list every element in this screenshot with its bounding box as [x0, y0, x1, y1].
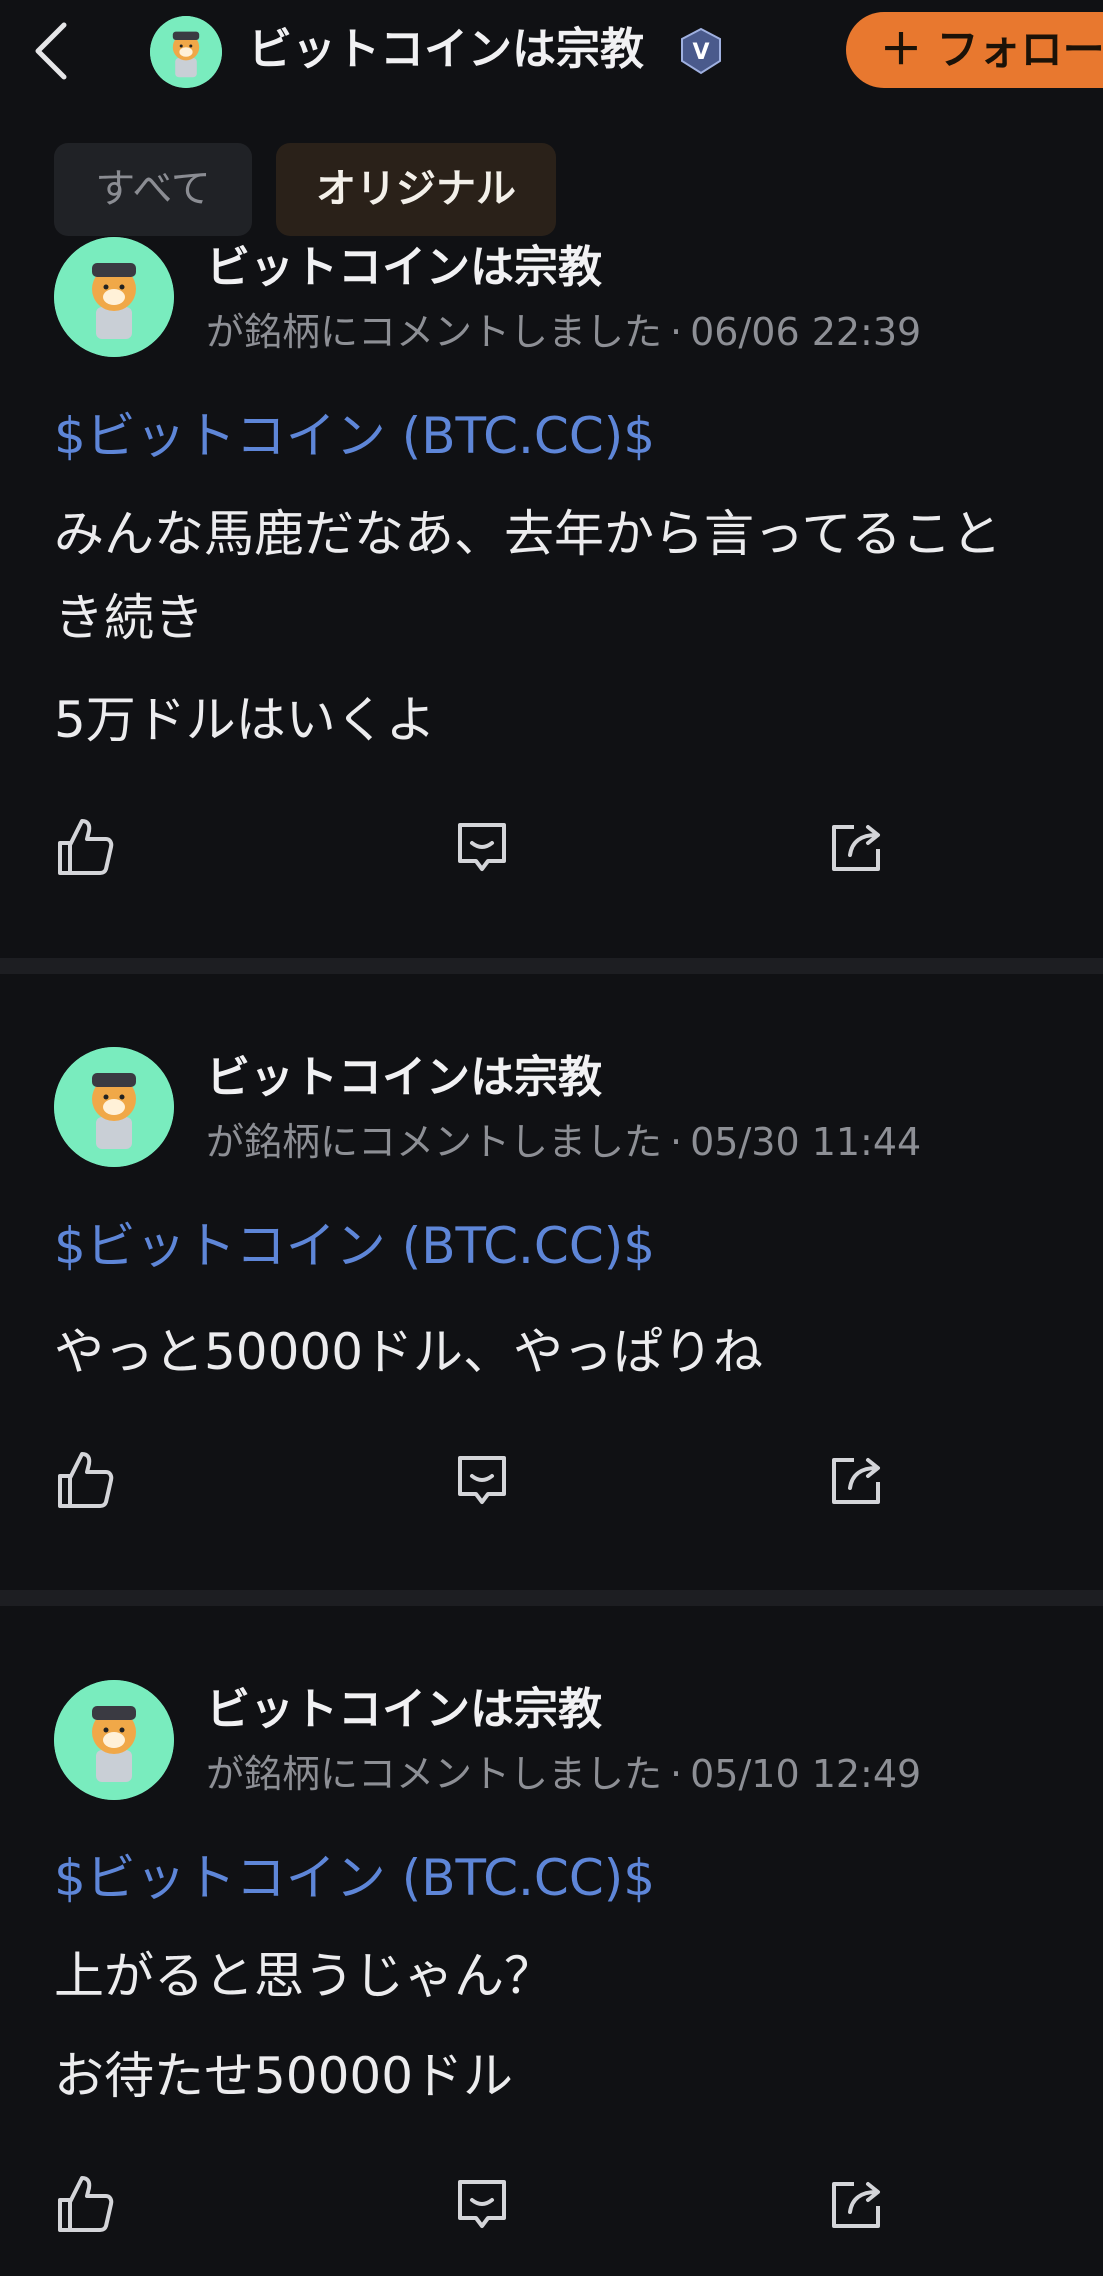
comment-button[interactable] [450, 1448, 514, 1512]
back-button[interactable] [30, 16, 90, 86]
avatar[interactable] [54, 237, 174, 357]
svg-text:V: V [692, 40, 709, 65]
avatar[interactable] [54, 1680, 174, 1800]
like-icon [58, 819, 114, 875]
share-icon [832, 2182, 880, 2228]
ticker-link[interactable]: $ビットコイン (BTC.CC)$ [54, 1846, 655, 1910]
like-icon [58, 2176, 114, 2232]
author-name[interactable]: ビットコインは宗教 [206, 240, 602, 296]
post-divider [0, 958, 1103, 974]
share-button[interactable] [824, 815, 888, 879]
vip-badge-icon: V [676, 26, 726, 76]
action-text: が銘柄にコメントしました [206, 1120, 663, 1164]
like-icon [58, 1452, 114, 1508]
author-name[interactable]: ビットコインは宗教 [206, 1682, 602, 1738]
bear-avatar-icon [150, 16, 222, 88]
timestamp: 05/10 12:49 [690, 1752, 922, 1796]
post-meta: が銘柄にコメントしました · 06/06 22:39 [206, 306, 921, 358]
action-text: が銘柄にコメントしました [206, 310, 663, 354]
action-text: が銘柄にコメントしました [206, 1752, 663, 1796]
comment-button[interactable] [450, 815, 514, 879]
ticker-link[interactable]: $ビットコイン (BTC.CC)$ [54, 404, 655, 468]
follow-button[interactable]: ＋ フォロー [846, 12, 1103, 88]
comment-icon [458, 1456, 506, 1504]
post-body-line: お待たせ50000ドル [54, 2047, 514, 2105]
header-avatar[interactable] [150, 16, 222, 88]
like-button[interactable] [54, 2172, 118, 2236]
filter-tabs: すべて オリジナル [54, 143, 556, 236]
tab-original[interactable]: オリジナル [276, 143, 556, 236]
share-button[interactable] [824, 2172, 888, 2236]
chevron-left-icon [35, 22, 67, 80]
timestamp: 06/06 22:39 [690, 310, 922, 354]
meta-separator: · [670, 1752, 683, 1796]
top-bar: ビットコインは宗教 V ＋ フォロー [0, 0, 1103, 100]
share-icon [832, 1458, 880, 1504]
author-name[interactable]: ビットコインは宗教 [206, 1050, 602, 1106]
avatar[interactable] [54, 1047, 174, 1167]
bear-avatar-icon [54, 1680, 174, 1800]
ticker-link[interactable]: $ビットコイン (BTC.CC)$ [54, 1214, 655, 1278]
profile-posts-page: ビットコインは宗教 V ＋ フォロー すべて オリジナル ビットコインは宗教 が… [0, 0, 1103, 2276]
post-divider [0, 1590, 1103, 1606]
share-button[interactable] [824, 1448, 888, 1512]
comment-button[interactable] [450, 2172, 514, 2236]
post-body-line: 上がると思うじゃん？ [54, 1947, 554, 2005]
bear-avatar-icon [54, 1047, 174, 1167]
page-title: ビットコインは宗教 [248, 24, 644, 75]
post-body-line: みんな馬鹿だなあ、去年から言ってること [54, 505, 1002, 563]
post-body-line: やっと50000ドル、やっぱりね [54, 1323, 764, 1381]
post-meta: が銘柄にコメントしました · 05/30 11:44 [206, 1116, 921, 1168]
meta-separator: · [670, 310, 683, 354]
tab-all[interactable]: すべて [54, 143, 252, 236]
comment-icon [458, 2180, 506, 2228]
like-button[interactable] [54, 815, 118, 879]
bear-avatar-icon [54, 237, 174, 357]
like-button[interactable] [54, 1448, 118, 1512]
timestamp: 05/30 11:44 [690, 1120, 922, 1164]
comment-icon [458, 823, 506, 871]
meta-separator: · [670, 1120, 683, 1164]
post-body-line: 5万ドルはいくよ [54, 691, 436, 749]
share-icon [832, 825, 880, 871]
post-body-line: き続き [54, 589, 204, 647]
post-meta: が銘柄にコメントしました · 05/10 12:49 [206, 1748, 921, 1800]
